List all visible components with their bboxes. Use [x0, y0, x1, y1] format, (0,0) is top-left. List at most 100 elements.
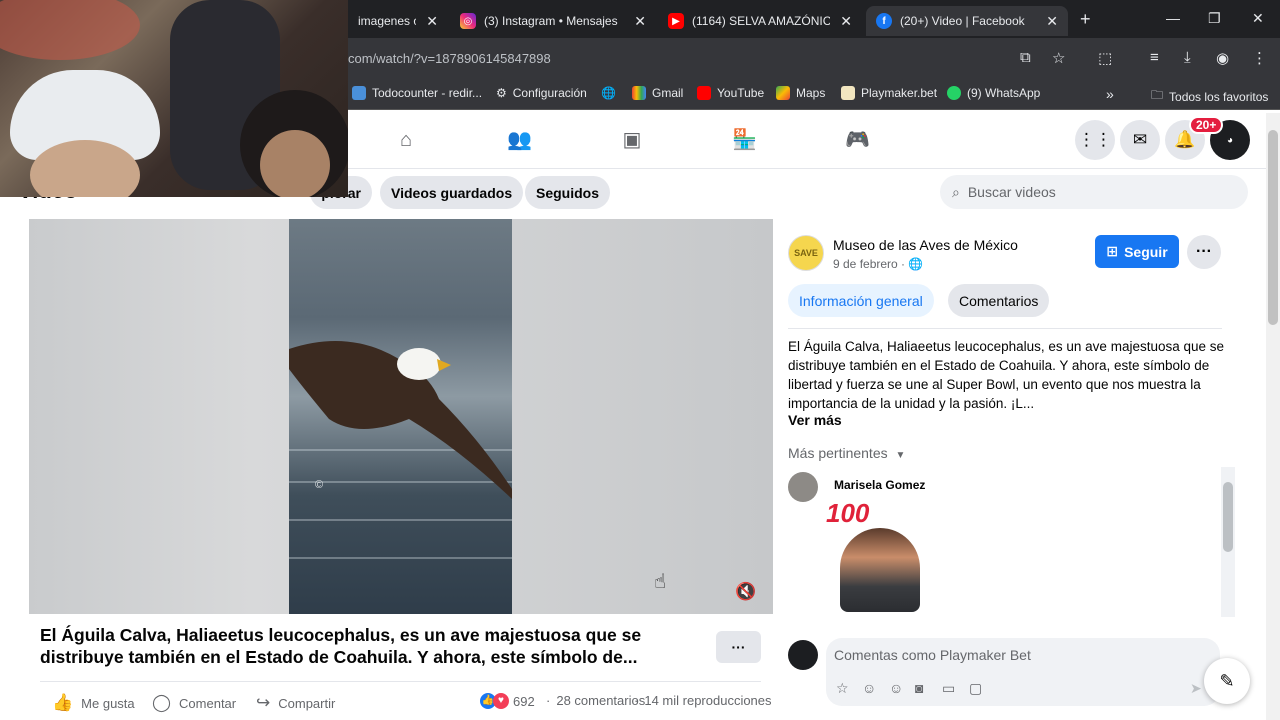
- water-wave: [289, 519, 512, 521]
- star-icon[interactable]: ☆: [1052, 49, 1065, 67]
- maximize-icon[interactable]: ❐: [1208, 10, 1221, 27]
- instagram-icon: ◎: [460, 13, 476, 29]
- send-icon[interactable]: ➤: [1190, 680, 1202, 697]
- chip-saved-videos[interactable]: Videos guardados: [380, 176, 524, 209]
- bookmark-playmaker[interactable]: Playmaker.bet: [841, 86, 937, 100]
- like-button[interactable]: 👍 Me gusta: [52, 693, 135, 713]
- more-options-button[interactable]: ···: [716, 631, 761, 663]
- whatsapp-icon: [947, 86, 961, 100]
- bookmark-gmail[interactable]: Gmail: [632, 86, 683, 100]
- tab-youtube[interactable]: ▶ (1164) SELVA AMAZÓNICA: ✕: [658, 6, 862, 36]
- gaming-icon[interactable]: 🎮: [845, 128, 870, 152]
- comment-icon: ◯: [152, 693, 172, 712]
- url-text[interactable]: com/watch/?v=1878906145847898: [348, 51, 551, 66]
- love-reaction-icon: ♥: [493, 693, 509, 709]
- mute-icon[interactable]: 🔇: [735, 582, 756, 602]
- share-icon: ↪: [256, 693, 271, 712]
- commenter-avatar[interactable]: [788, 472, 818, 502]
- avatar-sticker-icon[interactable]: ☆: [836, 680, 849, 697]
- water-wave: [289, 557, 512, 559]
- maps-icon: [776, 86, 790, 100]
- page-more-button[interactable]: ···: [1187, 235, 1221, 269]
- gear-icon: ⚙: [496, 86, 507, 100]
- tab-comments[interactable]: Comentarios: [948, 284, 1050, 317]
- webcam-overlay: [0, 0, 348, 197]
- minimize-icon[interactable]: —: [1166, 10, 1180, 26]
- sticker-icon[interactable]: ☺: [862, 680, 876, 696]
- globe-icon: 🌐: [601, 86, 616, 100]
- menu-icon[interactable]: ⋮: [1252, 49, 1267, 67]
- gif-icon[interactable]: ▭: [942, 680, 955, 697]
- follow-button[interactable]: ⊞ Seguir: [1095, 235, 1179, 268]
- notification-badge: 20+: [1189, 116, 1224, 134]
- tab-instagram[interactable]: ◎ (3) Instagram • Mensajes ✕: [450, 6, 656, 36]
- comments-scrollbar-thumb[interactable]: [1223, 482, 1233, 552]
- download-icon[interactable]: ⤓: [1184, 49, 1191, 66]
- tab-close-icon[interactable]: ✕: [426, 13, 438, 30]
- chip-following[interactable]: Seguidos: [525, 176, 611, 209]
- home-icon[interactable]: ⌂: [394, 128, 418, 152]
- facebook-icon: f: [876, 13, 892, 29]
- page-avatar[interactable]: SAVE: [788, 235, 824, 271]
- tab-google[interactable]: imagenes on ✕: [348, 6, 448, 36]
- comment-placeholder: Comentas como Playmaker Bet: [834, 647, 1031, 663]
- all-bookmarks-button[interactable]: 🗀 Todos los favoritos: [1151, 86, 1268, 107]
- divider: [40, 681, 761, 682]
- tab-facebook[interactable]: f (20+) Video | Facebook ✕: [866, 6, 1068, 36]
- separator-dot: ·: [634, 693, 639, 708]
- emoji-icon[interactable]: ☺: [889, 680, 903, 696]
- tab-close-icon[interactable]: ✕: [840, 13, 852, 30]
- sticker-pack-icon[interactable]: ▢: [969, 680, 982, 697]
- see-more-link[interactable]: Ver más: [788, 412, 842, 428]
- close-window-icon[interactable]: ✕: [1252, 10, 1264, 27]
- page-scrollbar-thumb[interactable]: [1268, 130, 1278, 325]
- bookmark-icon: [841, 86, 855, 100]
- views-count: · 14 mil reproducciones: [634, 693, 772, 708]
- my-avatar: [788, 640, 818, 670]
- comment-sort-dropdown[interactable]: Más pertinentes ▼: [788, 445, 905, 461]
- bookmark-configuracion[interactable]: ⚙ Configuración: [496, 86, 587, 100]
- post-date: 9 de febrero · 🌐: [833, 257, 924, 271]
- divider: [788, 328, 1222, 329]
- tab-general-info[interactable]: Información general: [788, 284, 934, 317]
- more-bookmarks-button[interactable]: »: [1106, 86, 1114, 102]
- bookmark-whatsapp[interactable]: (9) WhatsApp: [947, 86, 1040, 100]
- separator-dot: ·: [546, 693, 551, 708]
- video-icon[interactable]: ▣: [620, 128, 644, 152]
- extensions-icon[interactable]: ⬚: [1098, 49, 1112, 67]
- bookmark-todocounter[interactable]: Todocounter - redir...: [352, 86, 482, 100]
- video-player[interactable]: © ☝ 🔇: [29, 219, 773, 614]
- new-message-button[interactable]: ✎: [1204, 658, 1250, 704]
- install-app-icon[interactable]: ⧉: [1020, 49, 1031, 66]
- tab-close-icon[interactable]: ✕: [1046, 13, 1058, 30]
- instagram-watermark-icon: ©: [315, 479, 324, 491]
- new-tab-button[interactable]: +: [1080, 9, 1091, 30]
- reactions-summary[interactable]: 👍 ♥ 692: [480, 693, 535, 709]
- search-input[interactable]: ⌕ Buscar videos: [940, 175, 1248, 209]
- menu-grid-icon[interactable]: ⋮⋮: [1075, 120, 1115, 160]
- bookmark-globe[interactable]: 🌐: [601, 86, 616, 100]
- eagle-image: [289, 341, 512, 499]
- marketplace-icon[interactable]: 🏪: [732, 128, 757, 152]
- comments-count[interactable]: · 28 comentarios: [546, 693, 645, 708]
- page-name[interactable]: Museo de las Aves de México: [833, 237, 1018, 253]
- share-button[interactable]: ↪ Compartir: [256, 693, 335, 713]
- bookmark-maps[interactable]: Maps: [776, 86, 825, 100]
- video-title: El Águila Calva, Haliaeetus leucocephalu…: [40, 625, 642, 667]
- comment-button[interactable]: ◯ Comentar: [152, 693, 236, 713]
- video-frame: ©: [289, 219, 512, 614]
- commenter-name[interactable]: Marisela Gomez: [834, 478, 925, 492]
- media-icon[interactable]: ≡: [1150, 49, 1159, 66]
- webcam-background: [0, 0, 140, 60]
- tab-close-icon[interactable]: ✕: [634, 13, 646, 30]
- bookmark-youtube[interactable]: YouTube: [697, 86, 764, 100]
- profile-icon[interactable]: ◉: [1216, 49, 1229, 67]
- folder-icon: 🗀: [1151, 88, 1164, 102]
- thumbs-up-icon: 👍: [52, 693, 74, 712]
- gmail-icon: [632, 86, 646, 100]
- friends-icon[interactable]: 👥: [507, 128, 532, 152]
- camera-icon[interactable]: ◙: [915, 680, 923, 696]
- messenger-icon[interactable]: ✉: [1120, 120, 1160, 160]
- search-icon: ⌕: [952, 183, 960, 200]
- globe-icon: 🌐: [908, 257, 924, 271]
